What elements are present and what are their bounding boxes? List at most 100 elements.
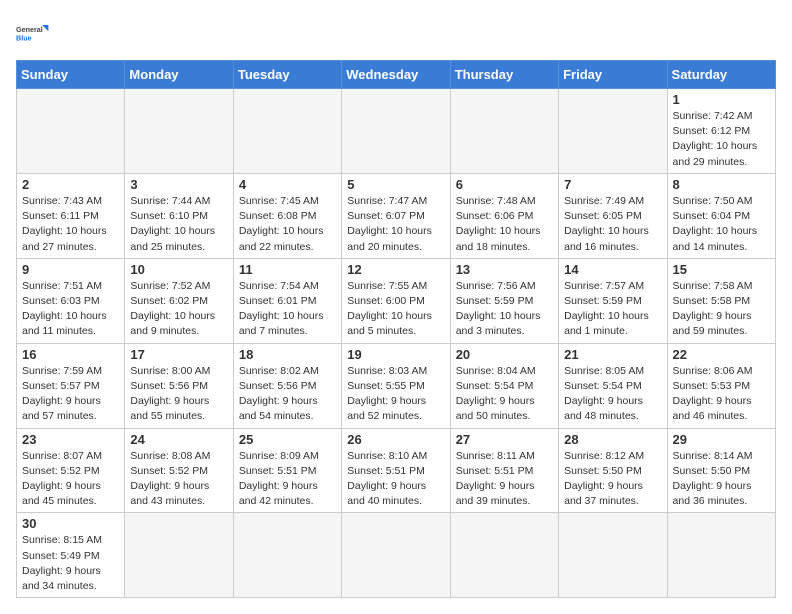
day-number: 1 [673, 92, 770, 107]
calendar-cell: 9 Sunrise: 7:51 AM Sunset: 6:03 PM Daylig… [17, 258, 125, 343]
day-number: 15 [673, 262, 770, 277]
day-info: Sunrise: 7:47 AM Sunset: 6:07 PM Dayligh… [347, 194, 444, 255]
day-number: 12 [347, 262, 444, 277]
weekday-header: Saturday [667, 61, 775, 89]
calendar-week-row: 23Sunrise: 8:07 AM Sunset: 5:52 PM Dayli… [17, 428, 776, 513]
day-info: Sunrise: 8:12 AM Sunset: 5:50 PM Dayligh… [564, 449, 661, 510]
calendar-cell [233, 513, 341, 598]
day-number: 28 [564, 432, 661, 447]
calendar-cell: 23Sunrise: 8:07 AM Sunset: 5:52 PM Dayli… [17, 428, 125, 513]
day-info: Sunrise: 8:10 AM Sunset: 5:51 PM Dayligh… [347, 449, 444, 510]
day-info: Sunrise: 7:55 AM Sunset: 6:00 PM Dayligh… [347, 279, 444, 340]
calendar-week-row: 30Sunrise: 8:15 AM Sunset: 5:49 PM Dayli… [17, 513, 776, 598]
calendar-cell [233, 89, 341, 174]
day-number: 6 [456, 177, 553, 192]
calendar-cell: 26 Sunrise: 8:10 AM Sunset: 5:51 PM Dayli… [342, 428, 450, 513]
calendar-cell [342, 513, 450, 598]
calendar-cell: 27 Sunrise: 8:11 AM Sunset: 5:51 PM Dayli… [450, 428, 558, 513]
calendar-cell: 22 Sunrise: 8:06 AM Sunset: 5:53 PM Dayli… [667, 343, 775, 428]
svg-text:Blue: Blue [16, 33, 32, 42]
calendar-cell: 6 Sunrise: 7:48 AM Sunset: 6:06 PM Daylig… [450, 173, 558, 258]
weekday-header: Tuesday [233, 61, 341, 89]
day-info: Sunrise: 8:08 AM Sunset: 5:52 PM Dayligh… [130, 449, 227, 510]
calendar-cell: 25Sunrise: 8:09 AM Sunset: 5:51 PM Dayli… [233, 428, 341, 513]
calendar-cell: 16 Sunrise: 7:59 AM Sunset: 5:57 PM Dayli… [17, 343, 125, 428]
day-info: Sunrise: 7:56 AM Sunset: 5:59 PM Dayligh… [456, 279, 553, 340]
weekday-header: Thursday [450, 61, 558, 89]
calendar-cell: 4 Sunrise: 7:45 AM Sunset: 6:08 PM Daylig… [233, 173, 341, 258]
day-number: 22 [673, 347, 770, 362]
calendar-week-row: 16 Sunrise: 7:59 AM Sunset: 5:57 PM Dayli… [17, 343, 776, 428]
day-info: Sunrise: 7:49 AM Sunset: 6:05 PM Dayligh… [564, 194, 661, 255]
calendar-cell: 24 Sunrise: 8:08 AM Sunset: 5:52 PM Dayli… [125, 428, 233, 513]
svg-text:General: General [16, 25, 43, 34]
calendar-week-row: 1 Sunrise: 7:42 AM Sunset: 6:12 PM Daylig… [17, 89, 776, 174]
day-number: 10 [130, 262, 227, 277]
day-number: 18 [239, 347, 336, 362]
calendar-cell [450, 513, 558, 598]
day-number: 26 [347, 432, 444, 447]
day-number: 5 [347, 177, 444, 192]
day-info: Sunrise: 7:54 AM Sunset: 6:01 PM Dayligh… [239, 279, 336, 340]
calendar-cell: 10Sunrise: 7:52 AM Sunset: 6:02 PM Dayli… [125, 258, 233, 343]
day-info: Sunrise: 8:09 AM Sunset: 5:51 PM Dayligh… [239, 449, 336, 510]
calendar: SundayMondayTuesdayWednesdayThursdayFrid… [16, 60, 776, 598]
day-info: Sunrise: 8:11 AM Sunset: 5:51 PM Dayligh… [456, 449, 553, 510]
calendar-cell: 28 Sunrise: 8:12 AM Sunset: 5:50 PM Dayli… [559, 428, 667, 513]
day-info: Sunrise: 7:43 AM Sunset: 6:11 PM Dayligh… [22, 194, 119, 255]
weekday-header: Wednesday [342, 61, 450, 89]
day-info: Sunrise: 7:42 AM Sunset: 6:12 PM Dayligh… [673, 109, 770, 170]
day-info: Sunrise: 7:48 AM Sunset: 6:06 PM Dayligh… [456, 194, 553, 255]
day-number: 8 [673, 177, 770, 192]
calendar-cell: 19Sunrise: 8:03 AM Sunset: 5:55 PM Dayli… [342, 343, 450, 428]
calendar-cell: 8 Sunrise: 7:50 AM Sunset: 6:04 PM Daylig… [667, 173, 775, 258]
weekday-header: Friday [559, 61, 667, 89]
day-info: Sunrise: 7:51 AM Sunset: 6:03 PM Dayligh… [22, 279, 119, 340]
calendar-cell: 7 Sunrise: 7:49 AM Sunset: 6:05 PM Daylig… [559, 173, 667, 258]
calendar-header: SundayMondayTuesdayWednesdayThursdayFrid… [17, 61, 776, 89]
day-number: 4 [239, 177, 336, 192]
calendar-cell [559, 89, 667, 174]
calendar-cell: 3Sunrise: 7:44 AM Sunset: 6:10 PM Daylig… [125, 173, 233, 258]
calendar-cell [342, 89, 450, 174]
calendar-cell [125, 89, 233, 174]
calendar-cell [125, 513, 233, 598]
day-info: Sunrise: 7:50 AM Sunset: 6:04 PM Dayligh… [673, 194, 770, 255]
calendar-cell: 1 Sunrise: 7:42 AM Sunset: 6:12 PM Daylig… [667, 89, 775, 174]
calendar-week-row: 2Sunrise: 7:43 AM Sunset: 6:11 PM Daylig… [17, 173, 776, 258]
day-number: 27 [456, 432, 553, 447]
weekday-header: Monday [125, 61, 233, 89]
calendar-cell: 29Sunrise: 8:14 AM Sunset: 5:50 PM Dayli… [667, 428, 775, 513]
calendar-cell: 11 Sunrise: 7:54 AM Sunset: 6:01 PM Dayli… [233, 258, 341, 343]
day-number: 17 [130, 347, 227, 362]
day-number: 7 [564, 177, 661, 192]
day-info: Sunrise: 8:05 AM Sunset: 5:54 PM Dayligh… [564, 364, 661, 425]
day-number: 24 [130, 432, 227, 447]
day-number: 14 [564, 262, 661, 277]
calendar-cell: 2Sunrise: 7:43 AM Sunset: 6:11 PM Daylig… [17, 173, 125, 258]
day-info: Sunrise: 7:59 AM Sunset: 5:57 PM Dayligh… [22, 364, 119, 425]
calendar-cell: 14Sunrise: 7:57 AM Sunset: 5:59 PM Dayli… [559, 258, 667, 343]
day-info: Sunrise: 8:00 AM Sunset: 5:56 PM Dayligh… [130, 364, 227, 425]
calendar-cell [667, 513, 775, 598]
day-info: Sunrise: 7:45 AM Sunset: 6:08 PM Dayligh… [239, 194, 336, 255]
day-info: Sunrise: 8:15 AM Sunset: 5:49 PM Dayligh… [22, 533, 119, 594]
calendar-cell [17, 89, 125, 174]
calendar-cell: 5 Sunrise: 7:47 AM Sunset: 6:07 PM Daylig… [342, 173, 450, 258]
day-number: 11 [239, 262, 336, 277]
calendar-cell: 30Sunrise: 8:15 AM Sunset: 5:49 PM Dayli… [17, 513, 125, 598]
day-info: Sunrise: 8:14 AM Sunset: 5:50 PM Dayligh… [673, 449, 770, 510]
day-info: Sunrise: 8:04 AM Sunset: 5:54 PM Dayligh… [456, 364, 553, 425]
calendar-cell: 13 Sunrise: 7:56 AM Sunset: 5:59 PM Dayli… [450, 258, 558, 343]
calendar-cell: 21Sunrise: 8:05 AM Sunset: 5:54 PM Dayli… [559, 343, 667, 428]
day-number: 20 [456, 347, 553, 362]
calendar-cell: 17 Sunrise: 8:00 AM Sunset: 5:56 PM Dayli… [125, 343, 233, 428]
day-number: 9 [22, 262, 119, 277]
logo-svg: GeneralBlue [16, 16, 52, 52]
logo: GeneralBlue [16, 16, 52, 52]
day-number: 16 [22, 347, 119, 362]
day-info: Sunrise: 8:06 AM Sunset: 5:53 PM Dayligh… [673, 364, 770, 425]
day-info: Sunrise: 7:58 AM Sunset: 5:58 PM Dayligh… [673, 279, 770, 340]
day-number: 13 [456, 262, 553, 277]
day-info: Sunrise: 8:07 AM Sunset: 5:52 PM Dayligh… [22, 449, 119, 510]
